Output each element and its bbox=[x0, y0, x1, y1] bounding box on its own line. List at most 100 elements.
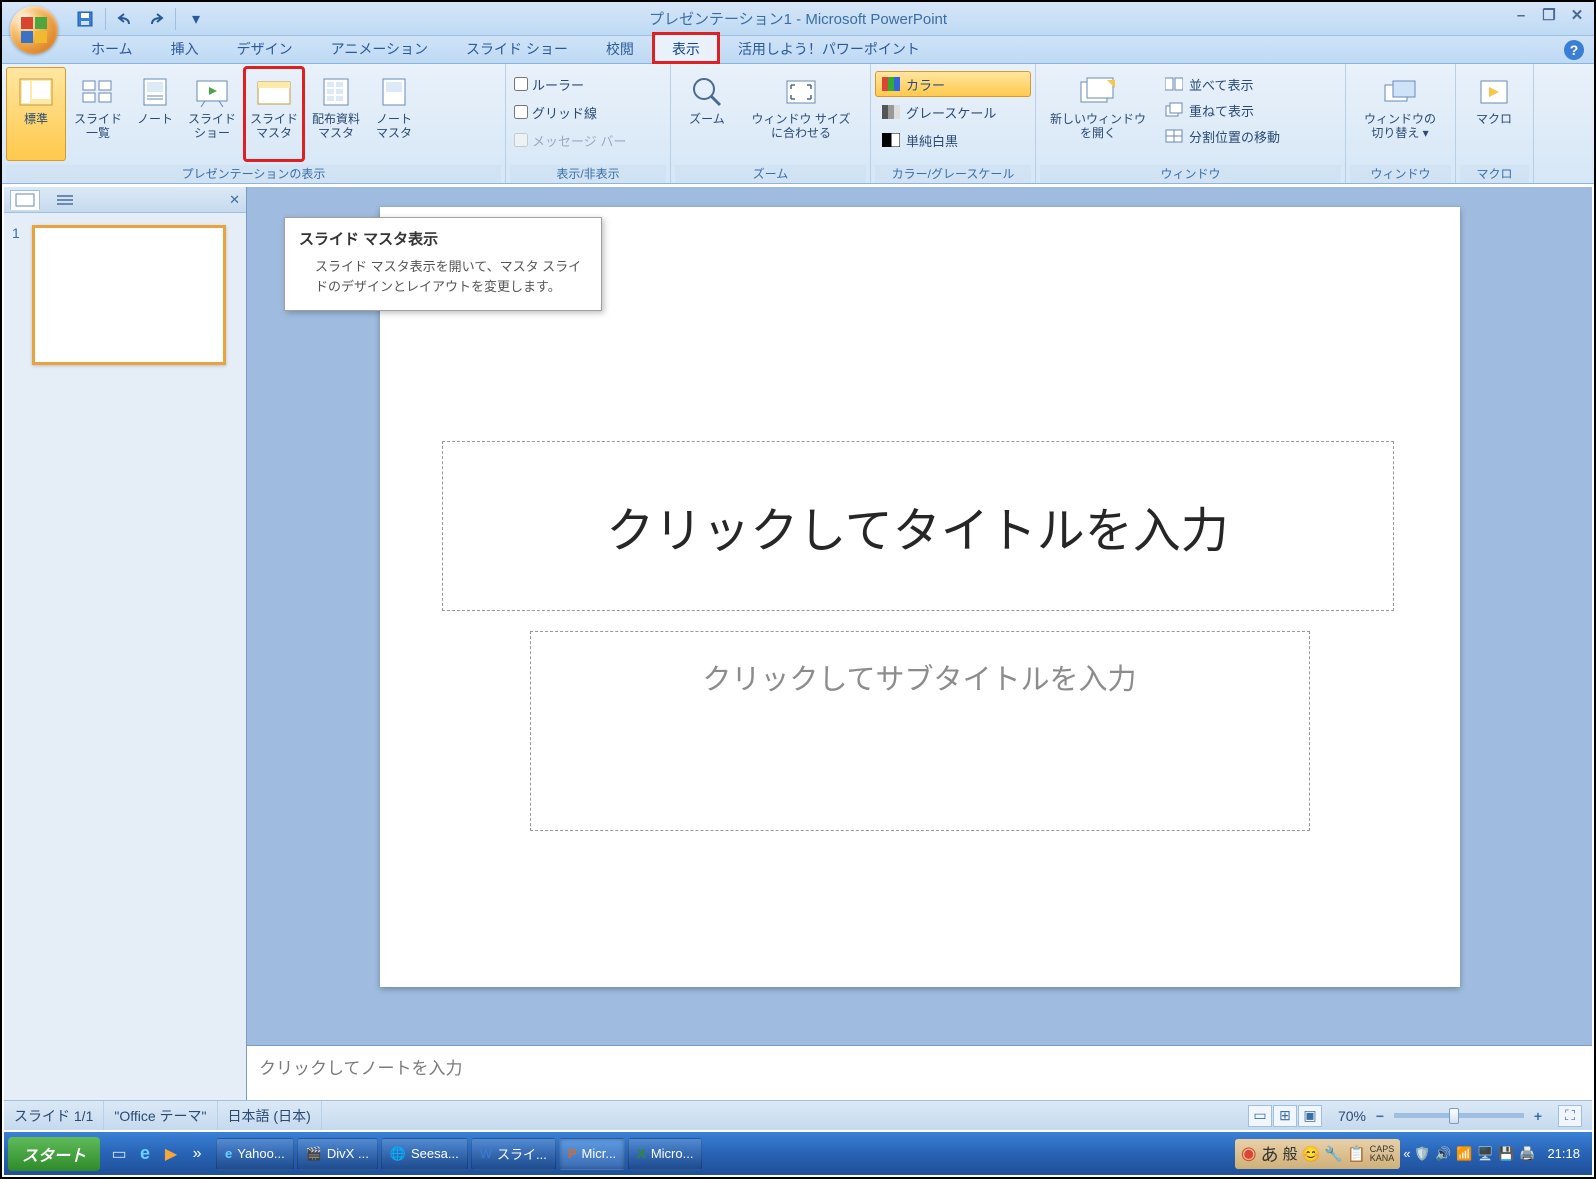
grayscale-icon bbox=[882, 103, 900, 121]
zoom-slider[interactable] bbox=[1394, 1113, 1524, 1118]
help-icon[interactable]: ? bbox=[1564, 40, 1584, 60]
normal-view-button[interactable]: 標準 bbox=[6, 67, 66, 161]
slideshow-button[interactable]: スライド ショー bbox=[182, 67, 242, 161]
tray-icon[interactable]: 💾 bbox=[1497, 1145, 1515, 1163]
notes-page-icon bbox=[136, 74, 174, 110]
normal-view-icon-status[interactable]: ▭ bbox=[1248, 1105, 1272, 1127]
arrange-all-button[interactable]: 並べて表示 bbox=[1158, 71, 1338, 97]
window-title: プレゼンテーション1 - Microsoft PowerPoint bbox=[649, 8, 947, 29]
arrange-all-icon bbox=[1165, 75, 1183, 93]
status-theme[interactable]: "Office テーマ" bbox=[104, 1101, 217, 1130]
tab-insert[interactable]: 挿入 bbox=[152, 33, 218, 63]
redo-icon[interactable] bbox=[142, 6, 168, 32]
cascade-button[interactable]: 重ねて表示 bbox=[1158, 97, 1338, 123]
taskbar-clock[interactable]: 21:18 bbox=[1539, 1146, 1588, 1161]
outline-tab-icon[interactable] bbox=[50, 190, 80, 210]
subtitle-placeholder[interactable]: クリックしてサブタイトルを入力 bbox=[530, 631, 1310, 831]
move-split-button[interactable]: 分割位置の移動 bbox=[1158, 123, 1338, 149]
pure-bw-button[interactable]: 単純白黒 bbox=[875, 127, 1031, 153]
new-window-icon bbox=[1079, 74, 1117, 110]
status-bar: スライド 1/1 "Office テーマ" 日本語 (日本) ▭ ⊞ ▣ 70%… bbox=[4, 1100, 1592, 1130]
minimize-button[interactable]: – bbox=[1510, 6, 1532, 24]
handout-master-icon bbox=[317, 74, 355, 110]
tab-extra[interactable]: 活用しよう！パワーポイント bbox=[719, 33, 939, 63]
zoom-out-icon[interactable]: − bbox=[1372, 1108, 1388, 1124]
gridlines-checkbox[interactable]: グリッド線 bbox=[510, 99, 666, 125]
slide-sorter-icon bbox=[79, 74, 117, 110]
grayscale-button[interactable]: グレースケール bbox=[875, 99, 1031, 125]
window-group-label: ウィンドウ bbox=[1350, 165, 1451, 183]
start-button[interactable]: スタート bbox=[8, 1137, 100, 1171]
zoom-button[interactable]: ズーム bbox=[675, 67, 739, 161]
windows-taskbar: スタート ▭ e ▶ » eYahoo... 🎬DivX ... 🌐Seesa.… bbox=[4, 1132, 1592, 1175]
status-slide-number[interactable]: スライド 1/1 bbox=[4, 1101, 104, 1130]
handout-master-button[interactable]: 配布資料 マスタ bbox=[306, 67, 366, 161]
slide-editor[interactable]: クリックしてタイトルを入力 クリックしてサブタイトルを入力 bbox=[247, 187, 1592, 1045]
tab-slideshow[interactable]: スライド ショー bbox=[447, 33, 587, 63]
slides-tab-icon[interactable] bbox=[10, 190, 40, 210]
move-split-icon bbox=[1165, 127, 1183, 145]
zoom-percent[interactable]: 70% bbox=[1338, 1108, 1366, 1124]
slide: クリックしてタイトルを入力 クリックしてサブタイトルを入力 bbox=[380, 207, 1460, 987]
slide-master-icon bbox=[255, 74, 293, 110]
tray-icon[interactable]: 🛡️ bbox=[1413, 1145, 1431, 1163]
fit-to-window-icon bbox=[782, 74, 820, 110]
taskbar-item[interactable]: 🌐Seesa... bbox=[381, 1138, 468, 1170]
bw-icon bbox=[882, 131, 900, 149]
tray-icon[interactable]: 🖥️ bbox=[1476, 1145, 1494, 1163]
tab-animation[interactable]: アニメーション bbox=[312, 33, 447, 63]
title-placeholder[interactable]: クリックしてタイトルを入力 bbox=[442, 441, 1394, 611]
tab-design[interactable]: デザイン bbox=[218, 33, 312, 63]
taskbar-item[interactable]: 🎬DivX ... bbox=[297, 1138, 378, 1170]
ql-expand-icon[interactable]: » bbox=[185, 1140, 209, 1168]
notes-master-icon bbox=[375, 74, 413, 110]
tab-view[interactable]: 表示 bbox=[653, 33, 719, 63]
slides-pane: ✕ 1 bbox=[4, 187, 247, 1100]
switch-windows-button[interactable]: ウィンドウの 切り替え ▾ bbox=[1350, 67, 1450, 161]
notes-master-button[interactable]: ノート マスタ bbox=[368, 67, 420, 161]
zoom-in-icon[interactable]: + bbox=[1530, 1108, 1546, 1124]
macros-button[interactable]: マクロ bbox=[1460, 67, 1528, 161]
tray-icon[interactable]: 📶 bbox=[1455, 1145, 1473, 1163]
tab-review[interactable]: 校閲 bbox=[587, 33, 653, 63]
status-language[interactable]: 日本語 (日本) bbox=[218, 1101, 322, 1130]
main-area: ✕ 1 クリックしてタイトルを入力 クリックしてサブタイトルを入力 クリックして… bbox=[4, 187, 1592, 1100]
restore-button[interactable]: ❐ bbox=[1538, 6, 1560, 24]
undo-icon[interactable] bbox=[113, 6, 139, 32]
taskbar-item[interactable]: PMicr... bbox=[559, 1138, 625, 1170]
zoom-icon bbox=[688, 74, 726, 110]
taskbar-item[interactable]: eYahoo... bbox=[216, 1138, 294, 1170]
sorter-view-icon-status[interactable]: ⊞ bbox=[1273, 1105, 1297, 1127]
pane-close-icon[interactable]: ✕ bbox=[229, 192, 240, 208]
notes-pane[interactable]: クリックしてノートを入力 bbox=[247, 1045, 1592, 1100]
tab-home[interactable]: ホーム bbox=[72, 33, 152, 63]
fit-to-window-button[interactable]: ウィンドウ サイズ に合わせる bbox=[741, 67, 861, 161]
tray-icon[interactable]: 🖨️ bbox=[1518, 1145, 1536, 1163]
new-window-button[interactable]: 新しいウィンドウ を開く bbox=[1040, 67, 1156, 161]
title-bar: ▾ プレゼンテーション1 - Microsoft PowerPoint – ❐ … bbox=[2, 2, 1594, 36]
ruler-checkbox[interactable]: ルーラー bbox=[510, 71, 666, 97]
slide-thumbnail[interactable]: 1 bbox=[12, 225, 238, 365]
ie-icon[interactable]: e bbox=[133, 1140, 157, 1168]
slide-master-button[interactable]: スライド マスタ bbox=[244, 67, 304, 161]
notes-page-button[interactable]: ノート bbox=[130, 67, 180, 161]
wmp-icon[interactable]: ▶ bbox=[159, 1140, 183, 1168]
taskbar-item[interactable]: Wスライ... bbox=[471, 1138, 556, 1170]
cascade-icon bbox=[1165, 101, 1183, 119]
qat-customize-icon[interactable]: ▾ bbox=[183, 6, 209, 32]
fit-icon-status[interactable]: ⛶ bbox=[1558, 1105, 1582, 1127]
ime-bar[interactable]: ◉ あ 般 😊🔧📋 CAPSKANA bbox=[1235, 1139, 1400, 1169]
switch-windows-icon bbox=[1381, 74, 1419, 110]
close-button[interactable]: ✕ bbox=[1566, 6, 1588, 24]
save-icon[interactable] bbox=[72, 6, 98, 32]
tooltip: スライド マスタ表示 スライド マスタ表示を開いて、マスタ スライドのデザインと… bbox=[284, 217, 602, 311]
slideshow-icon-status[interactable]: ▣ bbox=[1298, 1105, 1322, 1127]
color-icon bbox=[882, 75, 900, 93]
show-desktop-icon[interactable]: ▭ bbox=[107, 1140, 131, 1168]
normal-view-icon bbox=[17, 74, 55, 110]
color-button[interactable]: カラー bbox=[875, 71, 1031, 97]
office-button[interactable] bbox=[10, 6, 58, 54]
taskbar-item[interactable]: XMicro... bbox=[628, 1138, 702, 1170]
slide-sorter-button[interactable]: スライド 一覧 bbox=[68, 67, 128, 161]
tray-icon[interactable]: 🔊 bbox=[1434, 1145, 1452, 1163]
